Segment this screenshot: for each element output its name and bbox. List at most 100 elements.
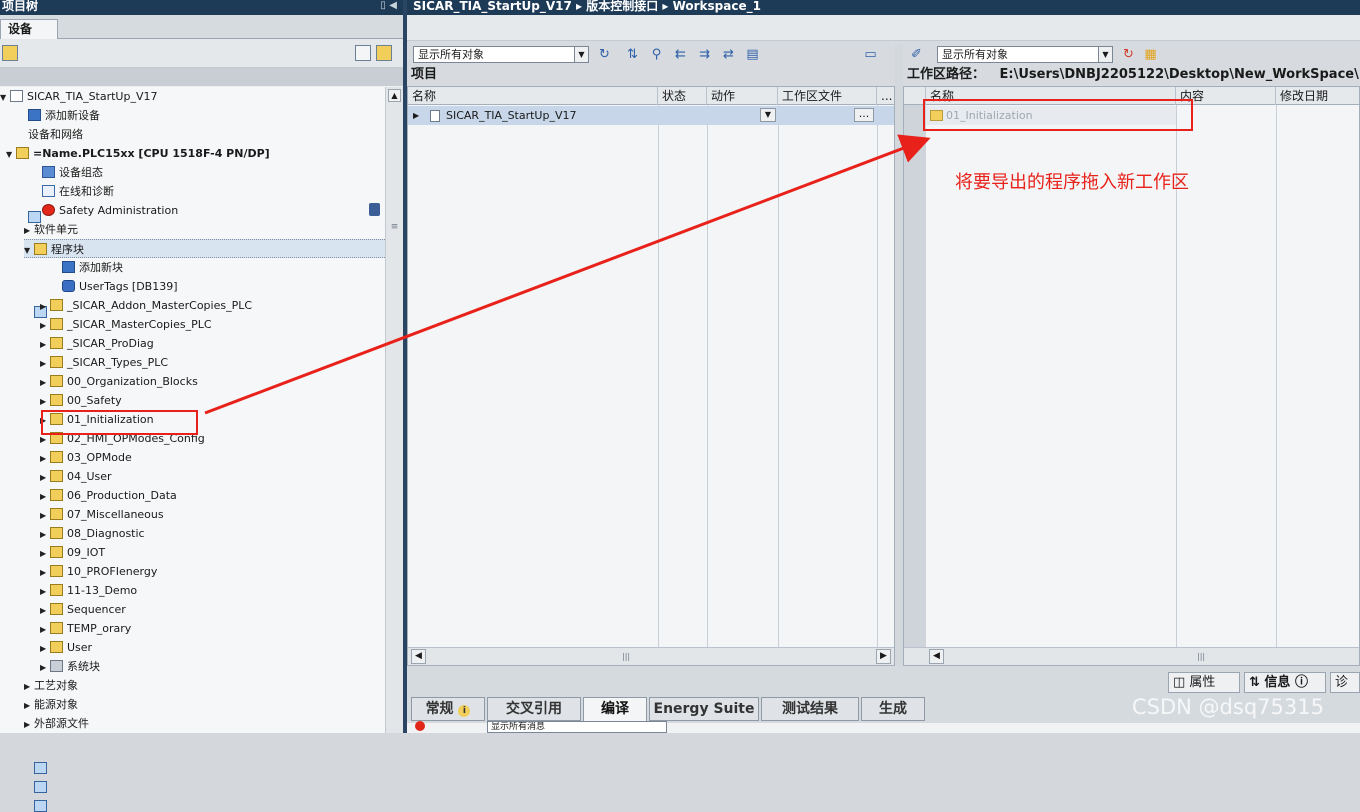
open-folder-icon[interactable]: ▦ [1143,47,1158,62]
tree-item[interactable]: ▶ 04_User [40,467,112,486]
tree-item[interactable]: 设备和网络 [18,125,83,223]
chevron-down-icon[interactable]: ▼ [1098,47,1112,62]
tree-item[interactable]: ▼ =Name.PLC15xx [CPU 1518F-4 PN/DP] [6,144,270,163]
tree-item[interactable]: 设备组态 [32,163,103,182]
expand-toggle-icon[interactable]: ▶ [40,601,50,620]
tree-item[interactable]: UserTags [DB139] [52,277,178,296]
expand-toggle-icon[interactable]: ▶ [40,620,50,639]
expand-toggle-icon[interactable]: ▶ [40,658,50,677]
scroll-grip-icon[interactable]: ||| [622,652,630,661]
expand-toggle-icon[interactable]: ▶ [40,639,50,658]
tree-item[interactable]: ▶ _SICAR_Addon_MasterCopies_PLC [40,296,252,315]
sync-up-icon[interactable]: ⇅ [625,47,640,62]
expand-icon[interactable]: ▶ [413,106,419,125]
detail-view-icon[interactable] [376,45,392,61]
tree-item[interactable]: ▶ 软件单元 [24,220,78,318]
expand-toggle-icon[interactable]: ▶ [24,715,34,734]
expand-toggle-icon[interactable]: ▼ [24,241,34,260]
list-view-icon[interactable] [355,45,371,61]
scroll-grip-icon[interactable]: ≡ [389,222,400,236]
tree-item[interactable]: ▶ 03_OPMode [40,448,132,467]
error-icon[interactable] [415,721,425,731]
browse-button[interactable]: ... [854,108,874,122]
tree-item[interactable]: ▼ SICAR_TIA_StartUp_V17 [0,87,158,106]
expand-toggle-icon[interactable]: ▼ [0,88,10,107]
expand-toggle-icon[interactable]: ▶ [40,563,50,582]
project-hscroll[interactable]: ◀ ||| ▶ [408,647,894,665]
col-action[interactable]: 动作 [707,87,778,105]
expand-toggle-icon[interactable]: ▶ [40,297,50,316]
col-name[interactable]: 名称 [408,87,658,105]
tree-item[interactable]: ▶ 工艺对象 [24,676,78,774]
expand-toggle-icon[interactable]: ▶ [40,354,50,373]
expand-toggle-icon[interactable]: ▶ [40,449,50,468]
col-more[interactable]: ... [877,87,894,105]
col-status[interactable]: 状态 [658,87,707,105]
tree-item[interactable]: ▶ 10_PROFIenergy [40,562,157,581]
tree-item[interactable]: 在线和诊断 [32,182,114,201]
col-workspace-file[interactable]: 工作区文件 [778,87,877,105]
tree-item[interactable]: ▶ TEMP_orary [40,619,131,638]
tree-item[interactable]: ▶ _SICAR_Types_PLC [40,353,168,372]
arrow-left-icon[interactable]: ⇇ [673,47,688,62]
tree-item[interactable]: ▶ _SICAR_ProDiag [40,334,154,353]
tab-energy-suite[interactable]: Energy Suite [649,697,759,721]
tab-devices[interactable]: 设备 [0,19,58,39]
expand-toggle-icon[interactable]: ▶ [40,525,50,544]
workspace-filter-select[interactable]: 显示所有对象 ▼ [937,46,1113,63]
export-icon[interactable]: ▤ [745,47,760,62]
workspace-add-icon[interactable]: ✐ [909,47,924,62]
tree-item[interactable]: ▶ 07_Miscellaneous [40,505,164,524]
tab-generate[interactable]: 生成 [861,697,925,721]
panel-controls[interactable]: ▯ ◀ [380,0,397,12]
expand-toggle-icon[interactable]: ▶ [40,506,50,525]
expand-toggle-icon[interactable]: ▶ [40,487,50,506]
tree-item[interactable]: 添加新设备 [18,106,100,125]
tree-item[interactable]: ▶ 00_Organization_Blocks [40,372,198,391]
compare-icon[interactable]: ⚲ [649,47,664,62]
refresh-icon[interactable]: ↻ [597,47,612,62]
expand-toggle-icon[interactable]: ▶ [24,221,34,240]
tree-item[interactable]: ▶ 11-13_Demo [40,581,137,600]
tree-item[interactable]: ▶ 08_Diagnostic [40,524,145,543]
chevron-down-icon[interactable]: ▼ [574,47,588,62]
arrow-right-icon[interactable]: ⇉ [697,47,712,62]
tab-compile[interactable]: 编译 [583,697,647,723]
message-filter-select[interactable]: 显示所有消息 [487,721,667,733]
expand-toggle-icon[interactable]: ▶ [40,544,50,563]
refresh-icon[interactable]: ↻ [1121,47,1136,62]
col-modified-date[interactable]: 修改日期 [1276,87,1359,105]
tree-scrollbar[interactable]: ▲ ≡ [385,87,403,733]
scroll-grip-icon[interactable]: ||| [1197,652,1205,661]
layout-icon[interactable]: ▭ [863,47,878,62]
tree-item[interactable]: ▶ 00_Safety [40,391,122,410]
action-dropdown[interactable]: ▼ [760,108,776,122]
tab-cross-reference[interactable]: 交叉引用 [487,697,581,721]
expand-toggle-icon[interactable]: ▶ [40,335,50,354]
swap-icon[interactable]: ⇄ [721,47,736,62]
project-filter-select[interactable]: 显示所有对象 ▼ [413,46,589,63]
tree-item[interactable]: ▶ 系统块 [40,657,100,676]
expand-toggle-icon[interactable]: ▶ [24,677,34,696]
expand-toggle-icon[interactable]: ▶ [40,373,50,392]
tree-item[interactable]: 添加新块 [52,258,123,277]
tab-properties[interactable]: ◫ 属性 [1168,672,1240,693]
tree-item[interactable]: ▶ Sequencer [40,600,126,619]
expand-toggle-icon[interactable]: ▶ [24,696,34,715]
tree-item[interactable]: ▶ _SICAR_MasterCopies_PLC [40,315,212,334]
tab-general[interactable]: 常规 i [411,697,485,721]
tree-item[interactable]: Safety Administration [32,201,178,220]
expand-toggle-icon[interactable]: ▶ [40,468,50,487]
tab-test-results[interactable]: 测试结果 [761,697,859,721]
scroll-right-icon[interactable]: ▶ [876,649,891,664]
tree-item[interactable]: ▶ User [40,638,92,657]
expand-toggle-icon[interactable]: ▶ [40,316,50,335]
tree-item[interactable]: ▶ 06_Production_Data [40,486,177,505]
expand-toggle-icon[interactable]: ▼ [6,145,16,164]
project-icon[interactable] [2,45,18,61]
workspace-hscroll[interactable]: ◀ ||| [904,647,1359,665]
expand-toggle-icon[interactable]: ▶ [40,392,50,411]
expand-toggle-icon[interactable]: ▶ [40,582,50,601]
scroll-up-icon[interactable]: ▲ [388,89,401,102]
tab-info[interactable]: ⇅ 信息 ⓘ [1244,672,1326,693]
